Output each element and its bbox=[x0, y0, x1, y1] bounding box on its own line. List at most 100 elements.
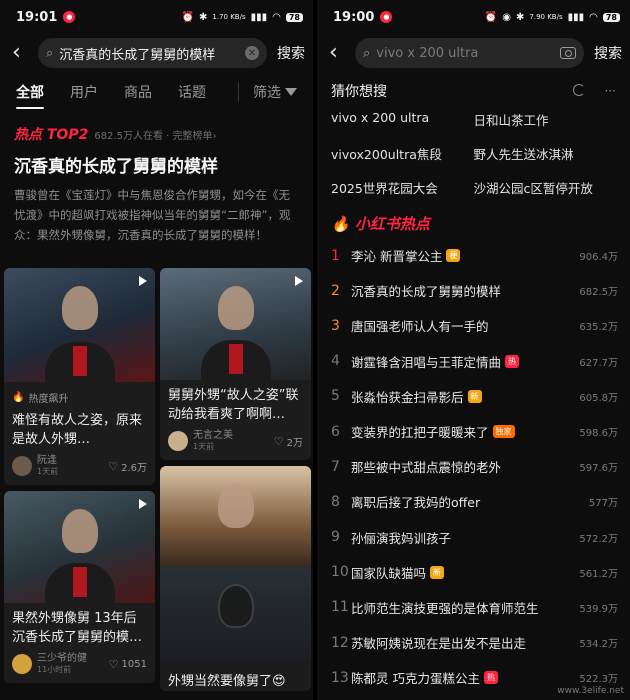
rank-badge: 梗 bbox=[446, 249, 461, 263]
rank-view-count: 635.2万 bbox=[579, 322, 618, 334]
hot-rank-item[interactable]: 7 那些被中式甜点震惊的老外 597.6万 bbox=[331, 449, 618, 484]
guess-item[interactable]: 2025世界花园大会 bbox=[331, 178, 474, 197]
search-input[interactable]: ⌕ vivo x 200 ultra bbox=[355, 38, 584, 68]
hot-rank-item[interactable]: 9 孙俪演我妈训孩子 572.2万 bbox=[331, 520, 618, 555]
rank-view-count: 561.2万 bbox=[579, 568, 618, 580]
search-icon: ⌕ bbox=[46, 45, 54, 61]
rank-number: 13 bbox=[331, 669, 349, 686]
trending-label: 热度飙升 bbox=[28, 394, 69, 405]
hot-rank-item[interactable]: 4 谢霆锋含泪唱与王菲定情曲热 627.7万 bbox=[331, 344, 618, 379]
rank-number: 11 bbox=[331, 599, 349, 616]
video-play-icon bbox=[295, 276, 303, 286]
hot-rank-item[interactable]: 10 国家队缺猫吗新 561.2万 bbox=[331, 555, 618, 590]
rank-number: 9 bbox=[331, 529, 340, 546]
hot-topic-meta[interactable]: 682.5万人在看 · 完整榜单› bbox=[94, 127, 216, 142]
avatar[interactable] bbox=[12, 654, 32, 674]
hot-rank-item[interactable]: 8 离职后接了我妈的offer 577万 bbox=[331, 484, 618, 519]
hot-topic-header: 热点 TOP2 682.5万人在看 · 完整榜单› bbox=[14, 124, 299, 144]
avatar[interactable] bbox=[12, 456, 32, 476]
note-title: 果然外甥像舅 13年后沉香长成了舅舅的模… bbox=[12, 611, 143, 645]
guess-item[interactable]: vivo x 200 ultra bbox=[331, 110, 474, 129]
author-name[interactable]: 三少爷的健 bbox=[37, 653, 87, 664]
author-name[interactable]: 阮逢 bbox=[37, 455, 58, 466]
note-card[interactable]: 果然外甥像舅 13年后沉香长成了舅舅的模… 三少爷的健 11小时前 ♡ 1051 bbox=[4, 491, 155, 683]
rank-number: 7 bbox=[331, 458, 340, 475]
rank-text: 苏敏阿姨说现在是出发不是出走 bbox=[351, 636, 527, 652]
tab-all[interactable]: 全部 bbox=[16, 82, 44, 109]
rank-number: 3 bbox=[331, 317, 340, 334]
status-icons: ⏰ ✱ 1.70 KB/s ▮▮▮ ◠ 78 bbox=[182, 12, 303, 23]
note-card[interactable]: 🔥 热度飙升 难怪有故人之姿，原来是故人外甥… 阮逢 1天前 ♡ 2.6万 bbox=[4, 268, 155, 485]
guess-item[interactable]: vivox200ultra焦段 bbox=[331, 144, 474, 163]
like-button[interactable]: ♡ 2.6万 bbox=[108, 459, 147, 474]
rank-text: 张淼怡获金扫帚影后 bbox=[351, 389, 464, 405]
rank-text: 离职后接了我妈的offer bbox=[351, 495, 481, 511]
flame-icon: 🔥 bbox=[331, 215, 350, 233]
hot-rank-item[interactable]: 11 比师范生演技更强的是体育师范生 539.9万 bbox=[331, 590, 618, 625]
rank-view-count: 605.8万 bbox=[579, 392, 618, 404]
hot-rank-item[interactable]: 3 唐国强老师认人有一手的 635.2万 bbox=[331, 308, 618, 343]
hot-rank-item[interactable]: 5 张淼怡获金扫帚影后新 605.8万 bbox=[331, 379, 618, 414]
like-button[interactable]: ♡ 1051 bbox=[109, 658, 147, 671]
hot-rank-item[interactable]: 1 李沁 新晋掌公主梗 906.4万 bbox=[331, 238, 618, 273]
rank-view-count: 906.4万 bbox=[579, 252, 618, 264]
like-count: 1051 bbox=[121, 658, 147, 670]
back-arrow-icon[interactable]: ‹ bbox=[329, 42, 347, 64]
note-cover-image bbox=[4, 268, 155, 382]
video-play-icon bbox=[139, 499, 147, 509]
search-button[interactable]: 搜索 bbox=[277, 43, 305, 63]
guess-list: vivo x 200 ultra 日和山茶工作 vivox200ultra焦段 … bbox=[317, 106, 630, 197]
person-figure bbox=[61, 509, 98, 553]
search-button[interactable]: 搜索 bbox=[594, 43, 622, 63]
filter-button[interactable]: 筛选 bbox=[238, 82, 297, 102]
search-query[interactable]: 沉香真的长成了舅舅的模样 bbox=[59, 44, 245, 63]
back-arrow-icon[interactable]: ‹ bbox=[12, 42, 30, 64]
person-figure bbox=[61, 286, 98, 330]
note-footer: 无言之美 1天前 ♡ 2万 bbox=[160, 424, 311, 460]
rank-number: 12 bbox=[331, 634, 349, 651]
filter-label: 筛选 bbox=[253, 85, 281, 101]
like-button[interactable]: ♡ 2万 bbox=[274, 434, 303, 449]
hot-topic-title: 沉香真的长成了舅舅的模样 bbox=[14, 157, 218, 177]
author-name[interactable]: 无言之美 bbox=[193, 430, 233, 441]
note-card[interactable]: 舅舅外甥“故人之姿”联动给我看爽了啊啊… 无言之美 1天前 ♡ 2万 bbox=[160, 268, 311, 460]
guess-item[interactable]: 沙湖公园c区暂停开放 bbox=[474, 178, 617, 197]
hot-rank-item[interactable]: 6 变装界的扛把子暖暖来了 独家 598.6万 bbox=[331, 414, 618, 449]
camera-icon[interactable] bbox=[560, 47, 576, 59]
rank-badge: 热 bbox=[505, 354, 520, 368]
rank-number: 8 bbox=[331, 493, 340, 510]
guess-item[interactable]: 日和山茶工作 bbox=[474, 110, 617, 129]
tab-users[interactable]: 用户 bbox=[70, 82, 98, 102]
author-info: 无言之美 1天前 bbox=[193, 430, 233, 452]
hot-list-brand: 🔥 小红书热点 bbox=[317, 197, 630, 238]
refresh-icon[interactable] bbox=[572, 84, 585, 96]
rank-text: 唐国强老师认人有一手的 bbox=[351, 319, 489, 335]
hot-topic-card[interactable]: 热点 TOP2 682.5万人在看 · 完整榜单› 沉香真的长成了舅舅的模样 曹… bbox=[0, 112, 313, 245]
tab-topics[interactable]: 话题 bbox=[178, 82, 206, 102]
avatar[interactable] bbox=[168, 431, 188, 451]
person-figure bbox=[217, 286, 254, 330]
status-bar: 19:01 ● ⏰ ✱ 1.70 KB/s ▮▮▮ ◠ 78 bbox=[0, 0, 313, 34]
like-count: 2.6万 bbox=[121, 462, 147, 474]
note-card[interactable]: 外甥当然要像舅了😍 bbox=[160, 466, 311, 691]
guess-item[interactable]: 野人先生送冰淇淋 bbox=[474, 144, 617, 163]
person-figure bbox=[217, 584, 254, 628]
search-placeholder[interactable]: vivo x 200 ultra bbox=[376, 46, 560, 61]
hot-rank-item[interactable]: 2 沉香真的长成了舅舅的模样 682.5万 bbox=[331, 273, 618, 308]
video-play-icon bbox=[139, 276, 147, 286]
search-input[interactable]: ⌕ 沉香真的长成了舅舅的模样 ✕ bbox=[38, 38, 267, 68]
rank-view-count: 572.2万 bbox=[579, 533, 618, 545]
tab-products[interactable]: 商品 bbox=[124, 82, 152, 102]
wifi-icon: ◠ bbox=[589, 11, 598, 23]
rank-view-count: 682.5万 bbox=[579, 287, 618, 299]
heart-icon: ♡ bbox=[273, 434, 284, 448]
note-footer: 三少爷的健 11小时前 ♡ 1051 bbox=[4, 647, 155, 683]
feed-column-left: 🔥 热度飙升 难怪有故人之姿，原来是故人外甥… 阮逢 1天前 ♡ 2.6万 果然… bbox=[4, 268, 155, 689]
more-icon[interactable]: ··· bbox=[605, 84, 616, 98]
rank-view-count: 597.6万 bbox=[579, 463, 618, 475]
clear-icon[interactable]: ✕ bbox=[245, 46, 259, 60]
heart-icon: ♡ bbox=[108, 657, 119, 671]
note-title: 舅舅外甥“故人之姿”联动给我看爽了啊啊… bbox=[168, 388, 299, 422]
hot-rank-item[interactable]: 12 苏敏阿姨说现在是出发不是出走 534.2万 bbox=[331, 625, 618, 660]
feed-column-right: 舅舅外甥“故人之姿”联动给我看爽了啊啊… 无言之美 1天前 ♡ 2万 外甥当然要… bbox=[160, 268, 311, 697]
